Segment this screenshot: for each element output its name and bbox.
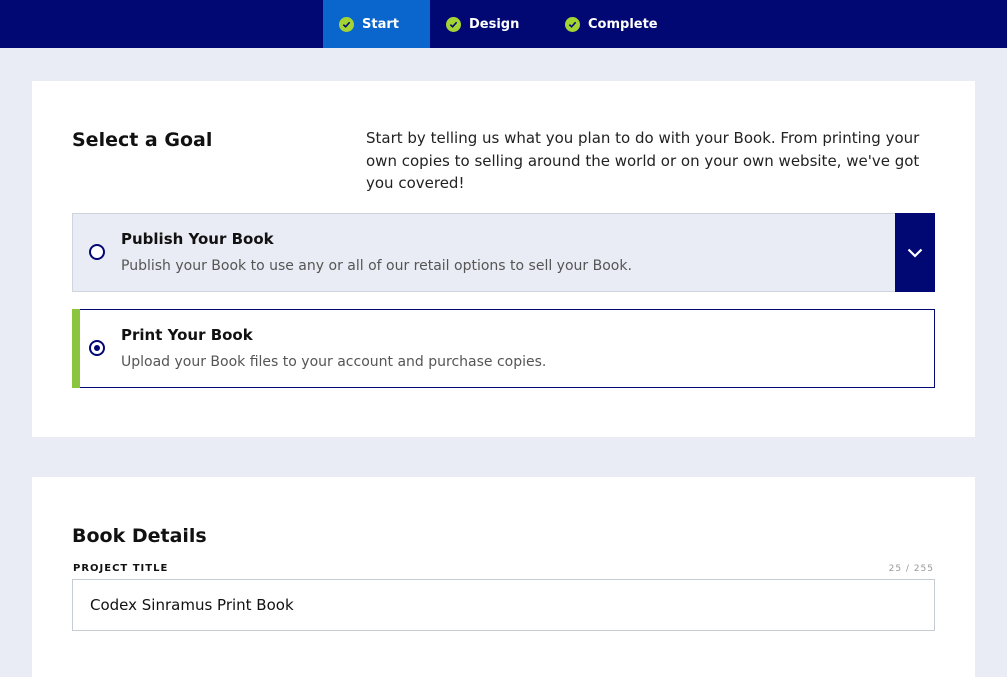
step-design[interactable]: Design	[446, 0, 546, 48]
expand-button[interactable]	[895, 213, 935, 292]
selected-accent-bar	[72, 309, 80, 388]
step-label: Start	[362, 16, 399, 32]
check-circle-icon	[446, 16, 461, 32]
character-counter: 25 / 255	[888, 564, 934, 574]
goal-description: Start by telling us what you plan to do …	[366, 129, 920, 192]
radio-print[interactable]	[89, 340, 105, 356]
option-publish[interactable]: Publish Your Book Publish your Book to u…	[72, 213, 935, 292]
top-progress-bar: Start Design Complete	[0, 0, 1007, 48]
radio-publish[interactable]	[89, 244, 105, 260]
project-title-label: PROJECT TITLE	[73, 563, 169, 574]
check-circle-icon	[565, 16, 580, 32]
option-subtitle: Upload your Book files to your account a…	[121, 354, 547, 370]
book-details-card: Book Details PROJECT TITLE 25 / 255	[32, 477, 975, 677]
step-label: Design	[469, 16, 520, 32]
option-title: Print Your Book	[121, 326, 253, 344]
option-print[interactable]: Print Your Book Upload your Book files t…	[72, 309, 935, 388]
goal-card: Select a Goal Start by telling us what y…	[32, 81, 975, 437]
option-subtitle: Publish your Book to use any or all of o…	[121, 258, 632, 274]
step-complete[interactable]: Complete	[565, 0, 675, 48]
details-title: Book Details	[72, 525, 207, 547]
goal-title: Select a Goal	[72, 129, 213, 151]
chevron-down-icon	[907, 248, 923, 258]
option-title: Publish Your Book	[121, 230, 274, 248]
step-start[interactable]: Start	[323, 0, 430, 48]
project-title-input[interactable]	[72, 579, 935, 631]
step-label: Complete	[588, 16, 658, 32]
check-circle-icon	[339, 16, 354, 32]
